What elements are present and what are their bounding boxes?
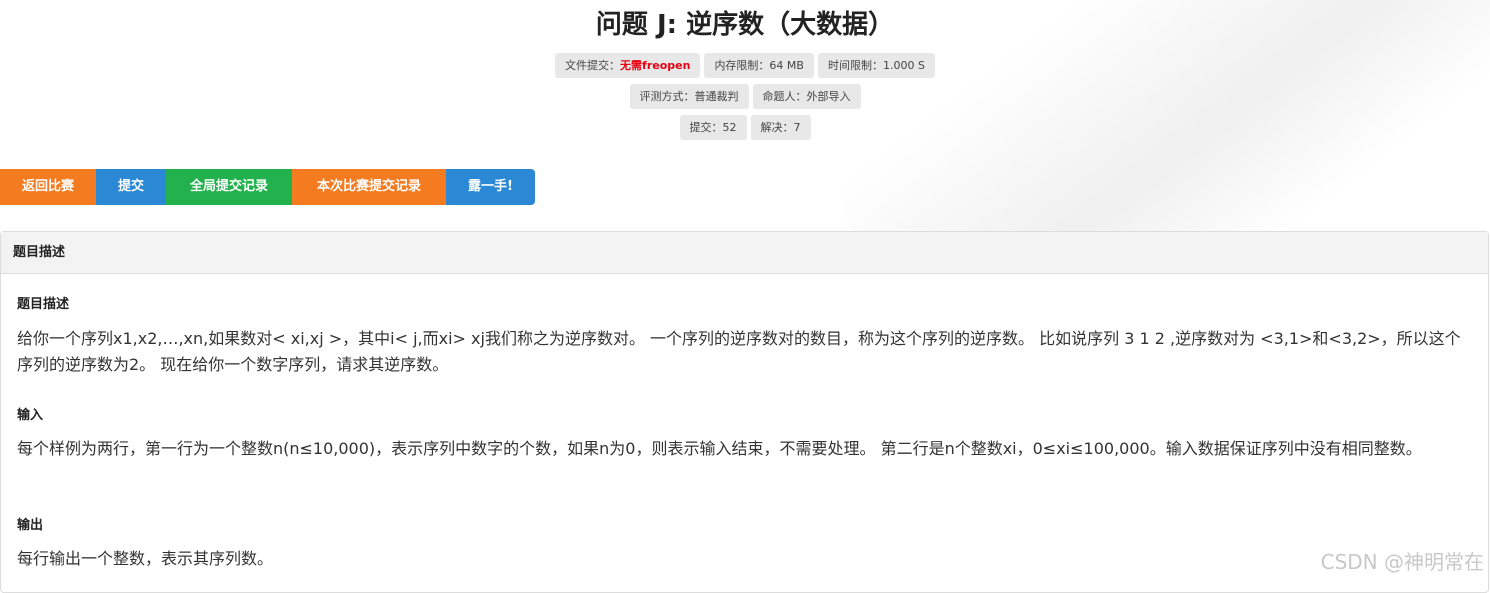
input-text: 每个样例为两行，第一行为一个整数n(n≤10,000)，表示序列中数字的个数，如… bbox=[17, 439, 1422, 458]
input-title: 输入 bbox=[17, 408, 44, 423]
author-badge: 命题人：外部导入 bbox=[752, 84, 861, 109]
submissions-badge: 提交：52 bbox=[679, 115, 747, 140]
csdn-watermark: CSDN @神明常在 bbox=[1320, 550, 1484, 574]
memory-limit-badge: 内存限制：64 MB bbox=[704, 53, 814, 78]
solved-badge: 解决：7 bbox=[750, 115, 811, 140]
show-solution-button[interactable]: 露一手! bbox=[446, 169, 535, 205]
page-title: 问题 J: 逆序数（大数据） bbox=[595, 10, 895, 40]
problem-panel: 题目描述 题目描述 给你一个序列x1,x2,…,xn,如果数对< xi,xj >… bbox=[0, 231, 1489, 593]
file-submit-label: 文件提交： bbox=[565, 59, 621, 72]
judge-method-badge: 评测方式：普通裁判 bbox=[629, 84, 749, 109]
output-text: 每行输出一个整数，表示其序列数。 bbox=[17, 549, 274, 568]
back-to-contest-button[interactable]: 返回比赛 bbox=[0, 169, 96, 205]
meta-row-judge: 评测方式：普通裁判 命题人：外部导入 bbox=[0, 84, 1490, 109]
file-submit-value: 无需freopen bbox=[620, 59, 691, 72]
global-records-button[interactable]: 全局提交记录 bbox=[166, 169, 292, 205]
submit-button[interactable]: 提交 bbox=[96, 169, 166, 205]
meta-row-limits: 文件提交：无需freopen 内存限制：64 MB 时间限制：1.000 S bbox=[0, 53, 1490, 78]
action-button-bar: 返回比赛 提交 全局提交记录 本次比赛提交记录 露一手! bbox=[0, 169, 535, 205]
time-limit-badge: 时间限制：1.000 S bbox=[817, 53, 935, 78]
description-title: 题目描述 bbox=[17, 297, 70, 312]
panel-header: 题目描述 bbox=[1, 232, 1488, 274]
output-title: 输出 bbox=[17, 518, 44, 533]
description-text: 给你一个序列x1,x2,…,xn,如果数对< xi,xj >，其中i< j,而x… bbox=[17, 329, 1461, 374]
meta-row-stats: 提交：52 解决：7 bbox=[0, 115, 1490, 140]
contest-records-button[interactable]: 本次比赛提交记录 bbox=[292, 169, 446, 205]
file-submit-badge: 文件提交：无需freopen bbox=[555, 53, 701, 78]
